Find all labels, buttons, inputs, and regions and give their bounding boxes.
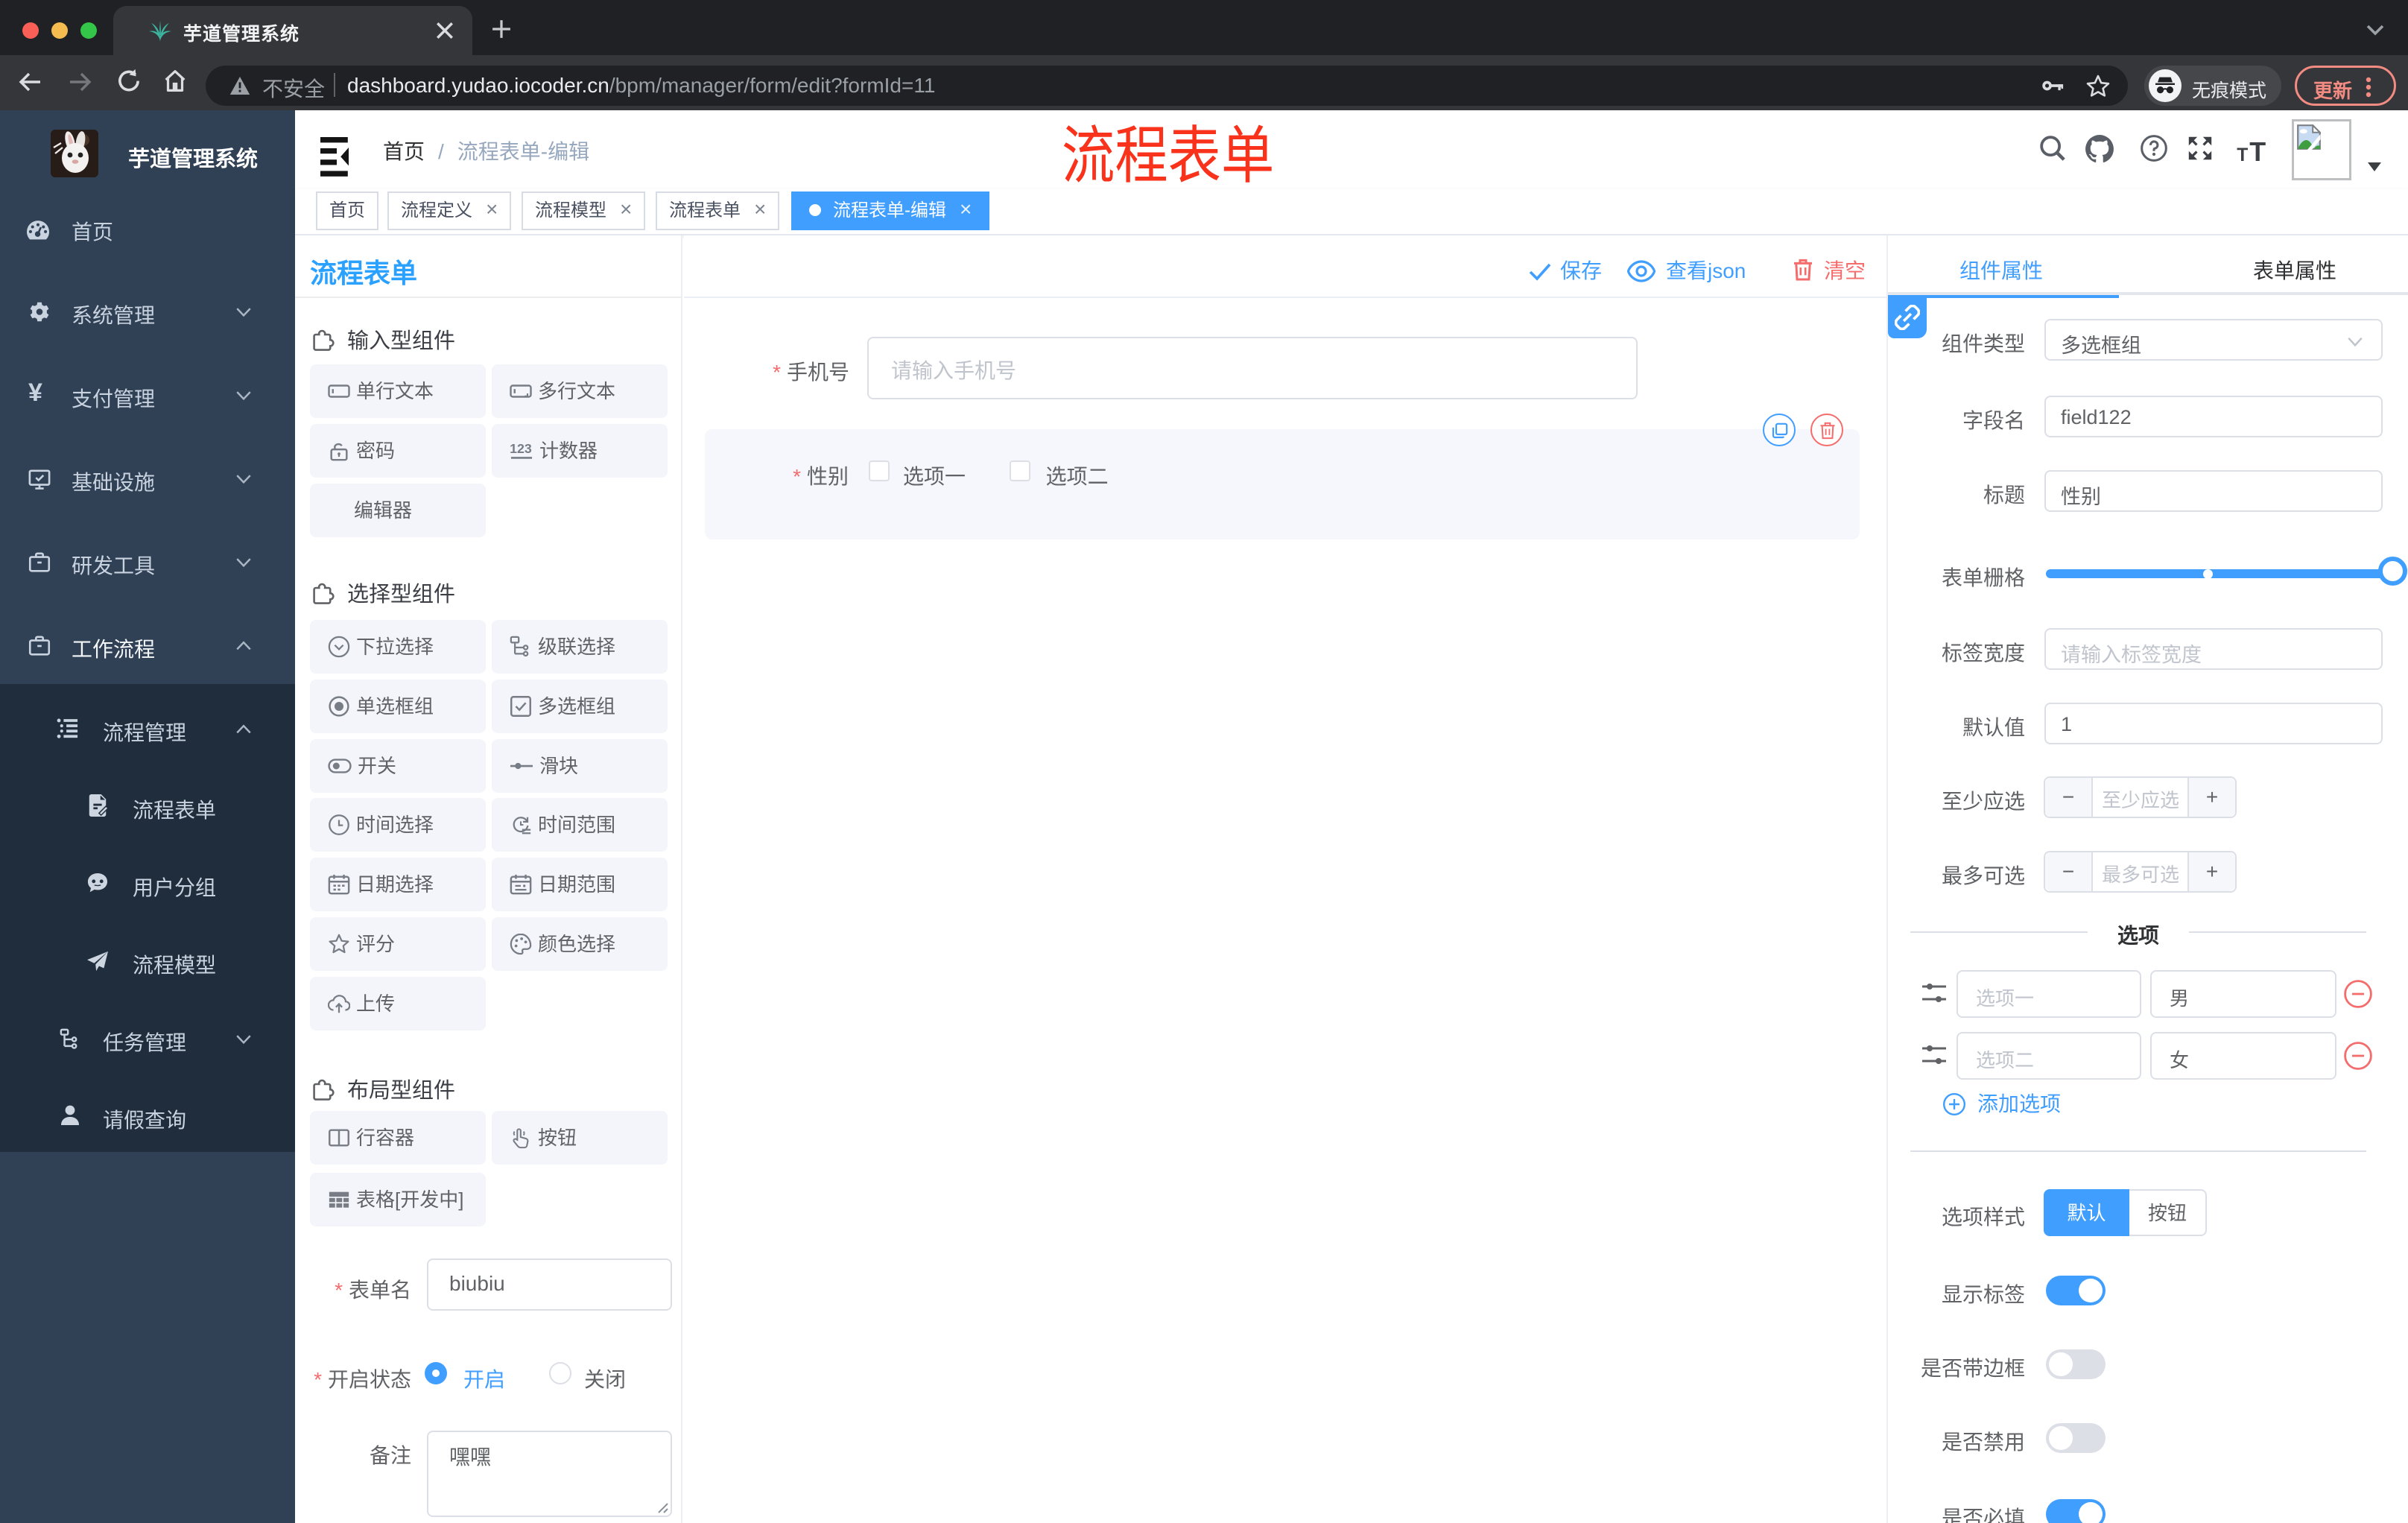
svg-text:T: T <box>2249 137 2266 162</box>
svg-text:T: T <box>2237 145 2248 162</box>
svg-text:123: 123 <box>510 441 532 456</box>
